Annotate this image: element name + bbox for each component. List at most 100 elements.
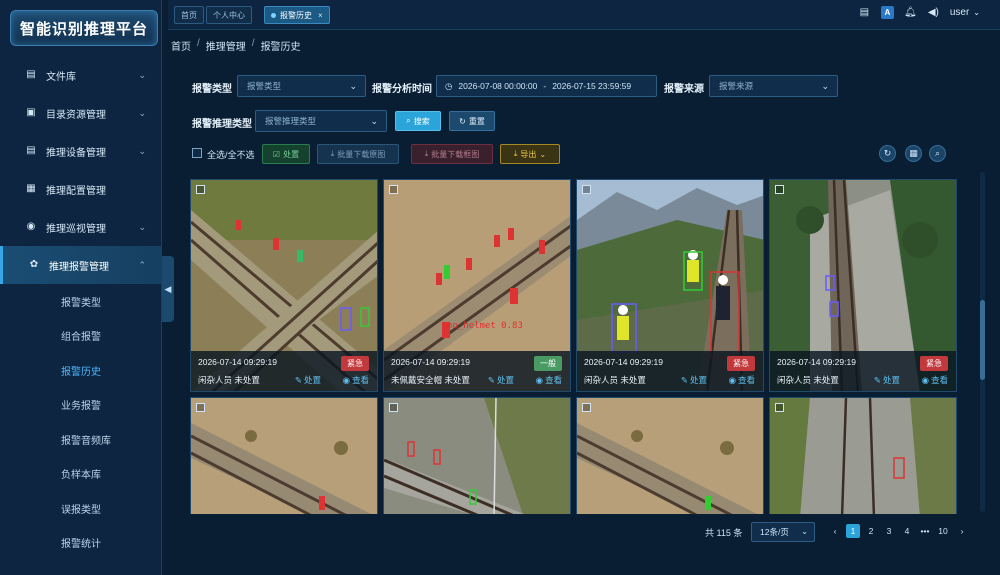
- card-deal-link[interactable]: ✎ 处置: [295, 374, 321, 386]
- chevron-down-icon: ⌄: [138, 146, 146, 156]
- tab-personal-center[interactable]: 个人中心: [206, 6, 252, 24]
- sidebar-subitem-combined-alarm[interactable]: 组合报警: [0, 319, 162, 354]
- alarm-card[interactable]: [383, 397, 571, 514]
- breadcrumb: 首页 / 推理管理 / 报警历史: [171, 38, 301, 53]
- sidebar-item-patrol[interactable]: ◉ 推理巡视管理 ⌄: [0, 208, 162, 246]
- card-select-checkbox[interactable]: [775, 403, 784, 412]
- search-toggle-button[interactable]: ⌕: [929, 145, 946, 162]
- refresh-button[interactable]: ↻: [879, 145, 896, 162]
- search-button[interactable]: ⌕ 搜索: [395, 111, 441, 131]
- pagination-ellipsis[interactable]: •••: [918, 524, 932, 538]
- tab-home[interactable]: 首页: [174, 6, 204, 24]
- card-deal-link[interactable]: ✎ 处置: [681, 374, 707, 386]
- sidebar-item-config[interactable]: ▦ 推理配置管理: [0, 170, 162, 208]
- column-settings-button[interactable]: ▦: [905, 145, 922, 162]
- alarm-time-range-picker[interactable]: ◷ 2026-07-08 00:00:00 - 2026-07-15 23:59…: [436, 75, 657, 97]
- config-icon: ▦: [26, 183, 36, 194]
- alarm-card[interactable]: [190, 397, 378, 514]
- alarm-card[interactable]: no_helmet 0.83 2026-07-14 09:29:19 一般 未佩…: [383, 179, 571, 392]
- export-button[interactable]: ⤓ 导出 ⌄: [500, 144, 560, 164]
- sidebar-subitem-audio-library[interactable]: 报警音频库: [0, 422, 162, 457]
- sidebar-item-devices[interactable]: ▤ 推理设备管理 ⌄: [0, 132, 162, 170]
- sidebar-subitem-negative-samples[interactable]: 负样本库: [0, 457, 162, 492]
- sidebar-subitem-alarm-type[interactable]: 报警类型: [0, 284, 162, 319]
- card-view-link[interactable]: ◉ 查看: [922, 374, 948, 386]
- pagination-page-10[interactable]: 10: [936, 524, 950, 538]
- breadcrumb-inference[interactable]: 推理管理: [206, 38, 246, 53]
- card-deal-label: 处置: [496, 375, 514, 385]
- card-select-checkbox[interactable]: [389, 403, 398, 412]
- card-select-checkbox[interactable]: [775, 185, 784, 194]
- alarm-card[interactable]: 2026-07-14 09:29:19 紧急 闲杂人员 未处置 ✎ 处置 ◉ 查看: [576, 179, 764, 392]
- breadcrumb-home[interactable]: 首页: [171, 38, 191, 53]
- batch-download-label: 批量下载原图: [337, 149, 386, 159]
- sidebar-collapse-handle[interactable]: ◀: [162, 256, 174, 322]
- pagination-page-1[interactable]: 1: [846, 524, 860, 538]
- sidebar-item-alarm[interactable]: ✿ 推理报警管理 ⌃: [0, 246, 162, 284]
- breadcrumb-current: 报警历史: [260, 42, 301, 53]
- alarm-type-select[interactable]: 报警类型 ⌄: [237, 75, 366, 97]
- document-icon[interactable]: ▤: [858, 6, 871, 19]
- alarm-source-select[interactable]: 报警来源 ⌄: [709, 75, 838, 97]
- card-status: 未处置: [234, 375, 260, 385]
- sidebar-subitem-false-alarm-type[interactable]: 误报类型: [0, 491, 162, 526]
- alarm-source-placeholder: 报警来源: [719, 81, 754, 91]
- page-size-select[interactable]: 12条/页 ⌄: [751, 522, 815, 542]
- alarm-card[interactable]: [769, 397, 957, 514]
- card-select-checkbox[interactable]: [582, 185, 591, 194]
- chevron-down-icon: ⌄: [138, 222, 146, 232]
- select-all-checkbox[interactable]: [192, 148, 202, 158]
- chevron-down-icon: ⌄: [138, 108, 146, 118]
- card-status: 未处置: [620, 375, 646, 385]
- folder-icon: ▣: [26, 107, 36, 118]
- pagination-page-3[interactable]: 3: [882, 524, 896, 538]
- volume-icon[interactable]: ◀): [927, 6, 940, 19]
- card-deal-link[interactable]: ✎ 处置: [488, 374, 514, 386]
- page-size-value: 12条/页: [760, 527, 789, 537]
- card-select-checkbox[interactable]: [196, 185, 205, 194]
- deal-button[interactable]: ☑ 处置: [262, 144, 310, 164]
- sidebar-subitem-alarm-stats[interactable]: 报警统计: [0, 526, 162, 561]
- batch-download-box-button[interactable]: ⤓ 批量下载框图: [411, 144, 493, 164]
- tab-alarm-history[interactable]: 报警历史 ×: [264, 6, 330, 24]
- alarm-card[interactable]: 2026-07-14 09:29:19 紧急 闲杂人员 未处置 ✎ 处置 ◉ 查看: [769, 179, 957, 392]
- batch-box-download-label: 批量下载框图: [431, 149, 480, 159]
- active-dot-icon: [271, 12, 276, 18]
- sidebar-item-directory[interactable]: ▣ 目录资源管理 ⌄: [0, 94, 162, 132]
- database-icon: ▤: [26, 69, 36, 80]
- card-deal-link[interactable]: ✎ 处置: [874, 374, 900, 386]
- alarm-card[interactable]: 2026-07-14 09:29:19 紧急 闲杂人员 未处置 ✎ 处置 ◉ 查看: [190, 179, 378, 392]
- card-select-checkbox[interactable]: [196, 403, 205, 412]
- pagination-page-2[interactable]: 2: [864, 524, 878, 538]
- sidebar-item-file-library[interactable]: ▤ 文件库 ⌄: [0, 56, 162, 94]
- pagination-prev[interactable]: ‹: [828, 524, 842, 538]
- grid-icon: ▦: [909, 148, 918, 158]
- sidebar-subitem-business-alarm[interactable]: 业务报警: [0, 388, 162, 423]
- alarm-card-grid: 2026-07-14 09:29:19 紧急 闲杂人员 未处置 ✎ 处置 ◉ 查看: [190, 172, 960, 514]
- infer-type-placeholder: 报警推理类型: [265, 116, 317, 126]
- alarm-time-label: 报警分析时间: [372, 84, 432, 95]
- user-menu[interactable]: user ⌄: [950, 7, 980, 18]
- scrollbar-thumb[interactable]: [980, 300, 985, 380]
- sidebar-item-label: 目录资源管理: [46, 109, 106, 121]
- pagination-page-4[interactable]: 4: [900, 524, 914, 538]
- card-view-link[interactable]: ◉ 查看: [536, 374, 562, 386]
- card-select-checkbox[interactable]: [582, 403, 591, 412]
- reset-button[interactable]: ↻ 重置: [449, 111, 495, 131]
- infer-type-select[interactable]: 报警推理类型 ⌄: [255, 110, 387, 132]
- pagination-next[interactable]: ›: [955, 524, 969, 538]
- batch-download-original-button[interactable]: ⤓ 批量下载原图: [317, 144, 399, 164]
- patrol-icon: ◉: [26, 221, 36, 232]
- search-icon: ⌕: [934, 148, 941, 158]
- bell-icon[interactable]: 🔔︎: [904, 6, 917, 19]
- alarm-card[interactable]: [576, 397, 764, 514]
- card-view-link[interactable]: ◉ 查看: [729, 374, 755, 386]
- font-size-icon[interactable]: A: [880, 6, 894, 19]
- card-select-checkbox[interactable]: [389, 185, 398, 194]
- top-icons: ▤ A 🔔︎ ◀) user ⌄: [858, 6, 980, 19]
- sidebar-subitem-alarm-history[interactable]: 报警历史: [0, 353, 162, 388]
- card-view-link[interactable]: ◉ 查看: [343, 374, 369, 386]
- clock-icon: ◷: [445, 80, 453, 91]
- close-icon[interactable]: ×: [318, 11, 323, 20]
- eye-icon: ◉: [921, 374, 929, 385]
